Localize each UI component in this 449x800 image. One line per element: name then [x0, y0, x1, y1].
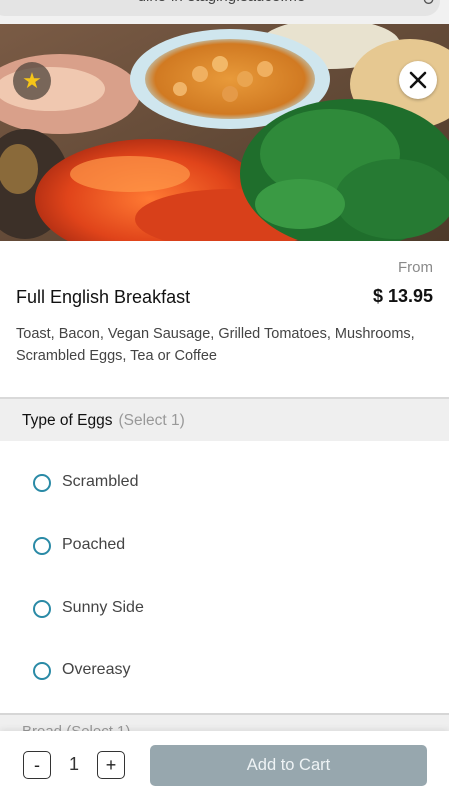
modifier-group-title: Type of Eggs (Select 1) — [22, 412, 185, 430]
breakfast-photo — [0, 24, 449, 241]
browser-address-bar: AA ≡ dine-in-staging.sauce.me ↻ — [0, 0, 449, 24]
add-to-cart-button[interactable]: Add to Cart — [150, 745, 427, 786]
star-icon: ★ — [22, 68, 42, 93]
option-label: Sunny Side — [62, 599, 144, 616]
option-label: Scrambled — [62, 473, 139, 490]
item-name: Full English Breakfast — [16, 287, 191, 307]
reload-icon[interactable]: ↻ — [422, 0, 435, 10]
quantity-value: 1 — [68, 754, 79, 774]
close-button[interactable] — [399, 61, 437, 99]
next-modifier-group-header: Bread (Select 1) — [0, 715, 449, 731]
select-hint: (Select 1) — [118, 412, 185, 429]
modifier-group-name: Type of Eggs — [22, 412, 113, 429]
modifier-group-header: Type of Eggs (Select 1) — [0, 397, 449, 441]
favorite-button[interactable]: ★ — [13, 62, 51, 100]
item-description: Toast, Bacon, Vegan Sausage, Grilled Tom… — [16, 326, 415, 364]
url-field[interactable]: ≡ dine-in-staging.sauce.me — [0, 0, 440, 16]
radio-button[interactable] — [33, 537, 51, 555]
option-label: Poached — [62, 536, 126, 553]
option-label: Overeasy — [62, 661, 131, 678]
option-sunny-side[interactable]: Sunny Side — [0, 589, 449, 629]
radio-button[interactable] — [33, 474, 51, 492]
increase-quantity-button[interactable]: + — [97, 751, 125, 779]
option-poached[interactable]: Poached — [0, 526, 449, 566]
item-photo: ★ — [0, 24, 449, 241]
item-price: $ 13.95 — [372, 286, 433, 306]
close-icon — [409, 71, 427, 89]
option-scrambled[interactable]: Scrambled — [0, 463, 449, 503]
radio-button[interactable] — [33, 600, 51, 618]
option-overeasy[interactable]: Overeasy — [0, 651, 449, 691]
item-info: From Full English Breakfast $ 13.95 Toas… — [0, 241, 449, 397]
radio-button[interactable] — [33, 662, 51, 680]
cart-footer: - 1 + Add to Cart — [0, 731, 449, 800]
decrease-quantity-button[interactable]: - — [23, 751, 51, 779]
price-from-label: From — [398, 259, 433, 276]
next-modifier-group-title: Bread (Select 1) — [22, 723, 130, 731]
